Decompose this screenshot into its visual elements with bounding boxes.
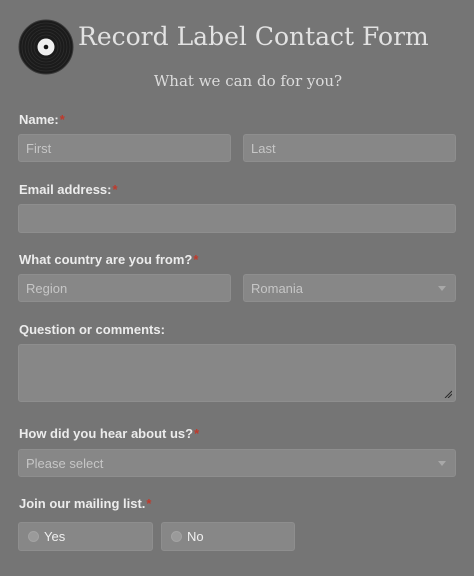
name-label: Name:* [19, 112, 65, 127]
country-label: What country are you from?* [19, 252, 198, 267]
option-label-yes: Yes [44, 529, 66, 544]
first-name-input[interactable]: First [18, 134, 231, 162]
referral-label-text: How did you hear about us? [19, 426, 194, 441]
mailing-list-label-text: Join our mailing list. [19, 496, 146, 511]
name-label-text: Name: [19, 112, 59, 127]
mailing-list-no-option[interactable]: No [161, 522, 295, 551]
radio-icon[interactable] [171, 531, 182, 542]
required-marker: * [59, 112, 65, 127]
mailing-list-yes-option[interactable]: Yes [18, 522, 153, 551]
region-input[interactable]: Region [18, 274, 231, 302]
radio-icon[interactable] [28, 531, 39, 542]
chevron-down-icon [438, 286, 446, 291]
resize-handle-icon[interactable] [444, 390, 452, 398]
region-placeholder: Region [26, 280, 68, 296]
form-subtitle: What we can do for you? [153, 72, 343, 90]
country-selected-value: Romania [251, 280, 304, 296]
form-title: Record Label Contact Form [78, 22, 429, 51]
country-select[interactable]: Romania [243, 274, 456, 302]
referral-label: How did you hear about us?* [19, 426, 199, 441]
required-marker: * [112, 182, 118, 197]
email-label-text: Email address: [19, 182, 112, 197]
country-label-text: What country are you from? [19, 252, 193, 267]
chevron-down-icon [438, 461, 446, 466]
option-label-no: No [187, 529, 204, 544]
vinyl-record-icon [18, 19, 74, 75]
email-field[interactable] [18, 204, 456, 233]
email-label: Email address:* [19, 182, 118, 197]
comments-label-text: Question or comments: [19, 322, 165, 337]
required-marker: * [194, 426, 200, 441]
referral-selected-value: Please select [26, 455, 104, 471]
required-marker: * [146, 496, 152, 511]
comments-label: Question or comments: [19, 322, 165, 337]
first-name-placeholder: First [26, 140, 52, 156]
last-name-placeholder: Last [251, 140, 276, 156]
required-marker: * [193, 252, 199, 267]
referral-select[interactable]: Please select [18, 449, 456, 477]
mailing-list-label: Join our mailing list.* [19, 496, 151, 511]
contact-form-page: Record Label Contact Form What we can do… [0, 0, 474, 576]
comments-textarea[interactable] [18, 344, 456, 402]
last-name-input[interactable]: Last [243, 134, 456, 162]
